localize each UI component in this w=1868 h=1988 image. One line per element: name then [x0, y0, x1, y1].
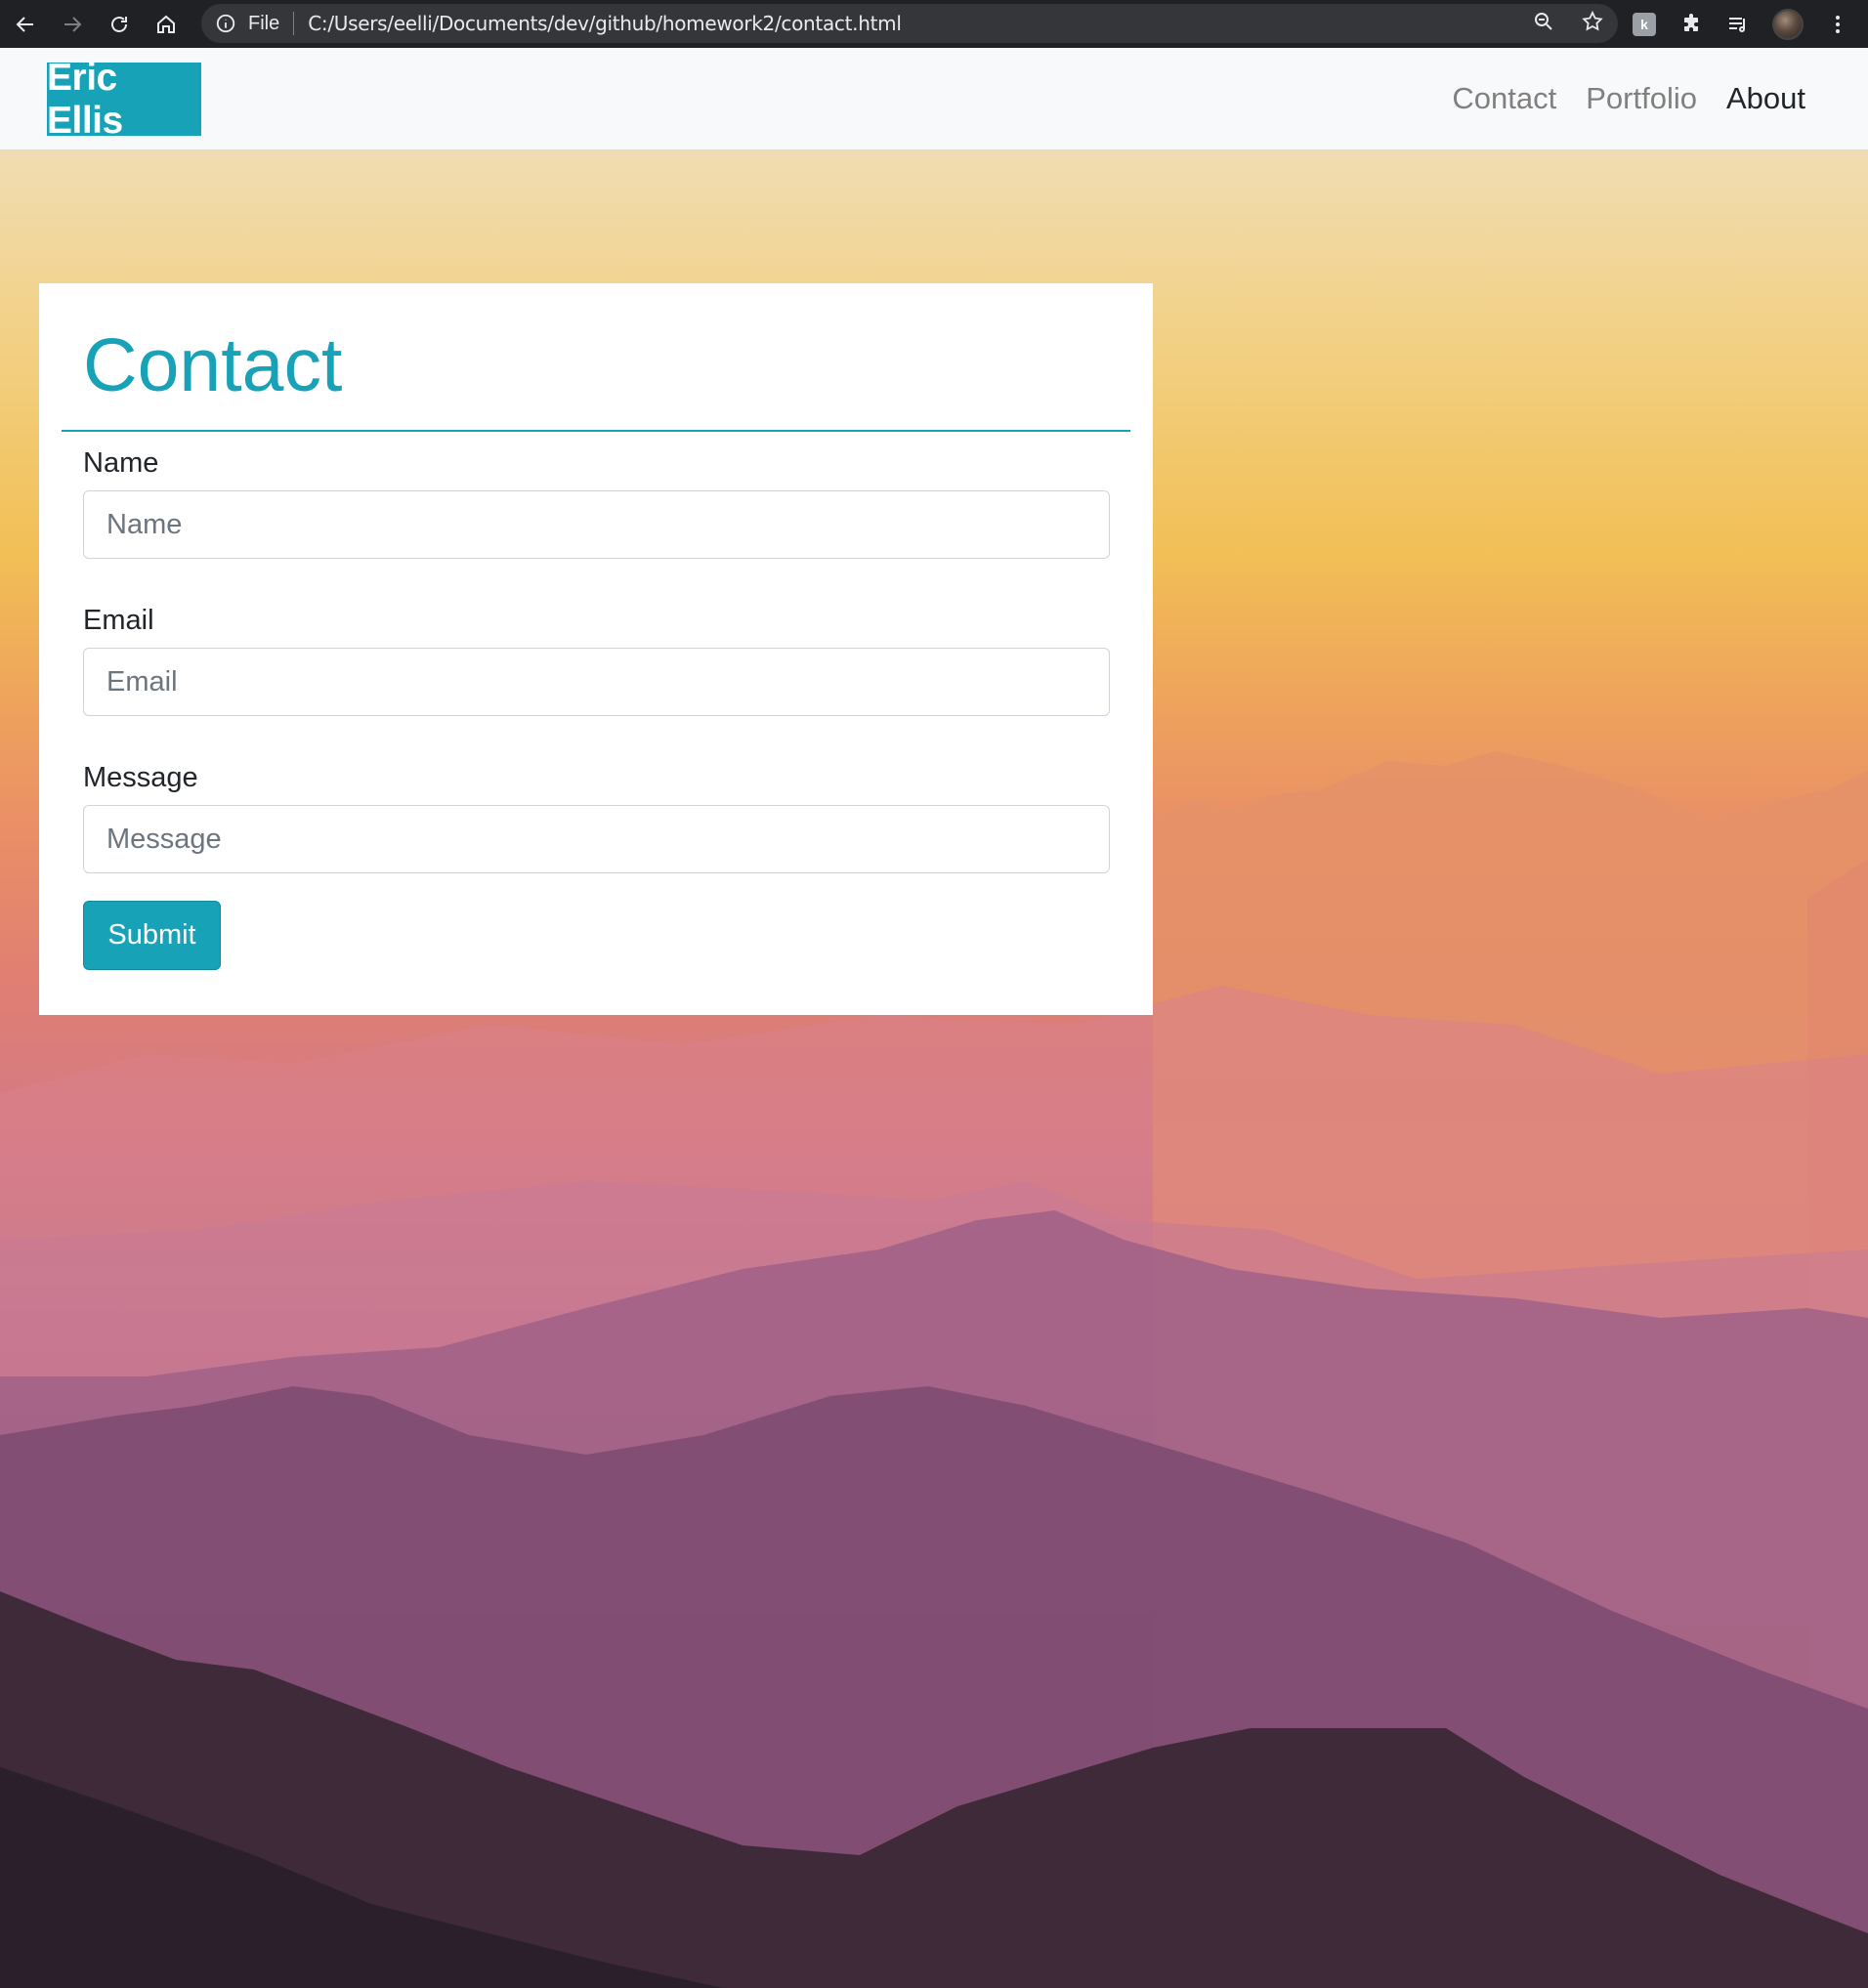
- submit-button[interactable]: Submit: [83, 901, 221, 970]
- menu-icon[interactable]: [1825, 12, 1850, 37]
- back-arrow-icon[interactable]: [8, 7, 43, 42]
- reading-list-icon[interactable]: [1725, 12, 1751, 37]
- page-viewport: Eric Ellis Contact Portfolio About Conta…: [0, 48, 1868, 1988]
- email-label: Email: [83, 605, 154, 636]
- nav-about-link[interactable]: About: [1726, 81, 1805, 116]
- message-label: Message: [83, 762, 198, 793]
- name-label: Name: [83, 447, 159, 479]
- brand-logo[interactable]: Eric Ellis: [47, 57, 201, 142]
- title-divider: [62, 430, 1130, 432]
- nav-links: Contact Portfolio About: [1452, 48, 1805, 149]
- address-bar[interactable]: File C:/Users/eelli/Documents/dev/github…: [201, 4, 1618, 43]
- url-text[interactable]: C:/Users/eelli/Documents/dev/github/home…: [308, 12, 902, 35]
- nav-contact-link[interactable]: Contact: [1452, 81, 1556, 116]
- nav-portfolio-link[interactable]: Portfolio: [1586, 81, 1697, 116]
- info-icon[interactable]: [215, 13, 236, 34]
- contact-card: Contact Name Email Message Submit: [39, 283, 1153, 1015]
- reload-icon[interactable]: [102, 7, 137, 42]
- name-input[interactable]: [83, 490, 1110, 559]
- zoom-icon[interactable]: [1532, 10, 1555, 38]
- site-navbar: Eric Ellis Contact Portfolio About: [0, 48, 1868, 149]
- forward-arrow-icon[interactable]: [55, 7, 90, 42]
- message-input[interactable]: [83, 805, 1110, 873]
- page-title: Contact: [83, 323, 343, 407]
- star-icon[interactable]: [1581, 10, 1604, 38]
- puzzle-icon[interactable]: [1678, 12, 1704, 37]
- browser-toolbar: File C:/Users/eelli/Documents/dev/github…: [0, 0, 1868, 48]
- home-icon[interactable]: [149, 7, 184, 42]
- scheme-label: File: [248, 12, 280, 34]
- extension-icon[interactable]: k: [1632, 12, 1657, 37]
- divider: [293, 12, 295, 35]
- profile-avatar[interactable]: [1772, 8, 1804, 40]
- email-input[interactable]: [83, 648, 1110, 716]
